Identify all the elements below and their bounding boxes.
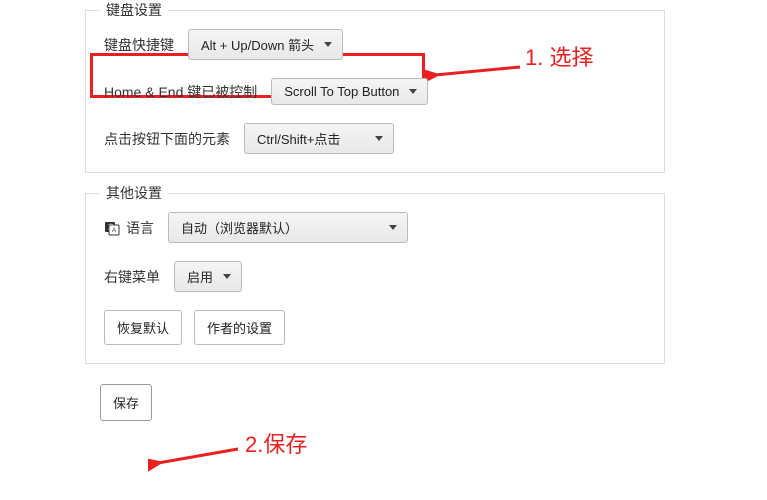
chevron-down-icon — [389, 225, 397, 230]
restore-defaults-button[interactable]: 恢复默认 — [104, 310, 182, 345]
click-below-row: 点击按钮下面的元素 Ctrl/Shift+点击 — [104, 123, 646, 154]
chevron-down-icon — [409, 89, 417, 94]
arrow-step2 — [148, 443, 248, 473]
chevron-down-icon — [223, 274, 231, 279]
click-below-dropdown-value: Ctrl/Shift+点击 — [257, 129, 340, 148]
home-end-dropdown-value: Scroll To Top Button — [284, 84, 399, 99]
home-end-label: Home & End 键已被控制 — [104, 82, 257, 102]
shortcut-dropdown-value: Alt + Up/Down 箭头 — [201, 35, 314, 54]
context-menu-dropdown[interactable]: 启用 — [174, 261, 242, 292]
language-dropdown-value: 自动（浏览器默认） — [181, 218, 298, 237]
chevron-down-icon — [324, 42, 332, 47]
language-row: 文 A 语言 自动（浏览器默认） — [104, 212, 646, 243]
language-label: 语言 — [126, 218, 154, 238]
home-end-row: Home & End 键已被控制 Scroll To Top Button — [104, 78, 646, 105]
chevron-down-icon — [375, 136, 383, 141]
action-button-row: 恢复默认 作者的设置 — [104, 310, 646, 345]
shortcut-dropdown[interactable]: Alt + Up/Down 箭头 — [188, 29, 343, 60]
context-menu-dropdown-value: 启用 — [187, 267, 213, 286]
home-end-dropdown[interactable]: Scroll To Top Button — [271, 78, 428, 105]
click-below-dropdown[interactable]: Ctrl/Shift+点击 — [244, 123, 394, 154]
other-settings-fieldset: 其他设置 文 A 语言 自动（浏览器默认） 右键菜单 启用 恢复默认 作者的设置 — [85, 193, 665, 364]
click-below-label: 点击按钮下面的元素 — [104, 129, 230, 149]
save-button[interactable]: 保存 — [100, 384, 152, 421]
svg-text:A: A — [112, 228, 116, 234]
keyboard-settings-fieldset: 键盘设置 键盘快捷键 Alt + Up/Down 箭头 Home & End 键… — [85, 10, 665, 173]
shortcut-row: 键盘快捷键 Alt + Up/Down 箭头 — [104, 29, 646, 60]
shortcut-label: 键盘快捷键 — [104, 35, 174, 55]
context-menu-row: 右键菜单 启用 — [104, 261, 646, 292]
other-settings-legend: 其他设置 — [100, 183, 168, 203]
context-menu-label: 右键菜单 — [104, 267, 160, 287]
save-row: 保存 — [100, 384, 767, 421]
keyboard-settings-legend: 键盘设置 — [100, 0, 168, 20]
language-icon: 文 A — [104, 220, 120, 236]
language-dropdown[interactable]: 自动（浏览器默认） — [168, 212, 408, 243]
author-settings-button[interactable]: 作者的设置 — [194, 310, 285, 345]
annotation-step2: 2.保存 — [245, 427, 307, 459]
